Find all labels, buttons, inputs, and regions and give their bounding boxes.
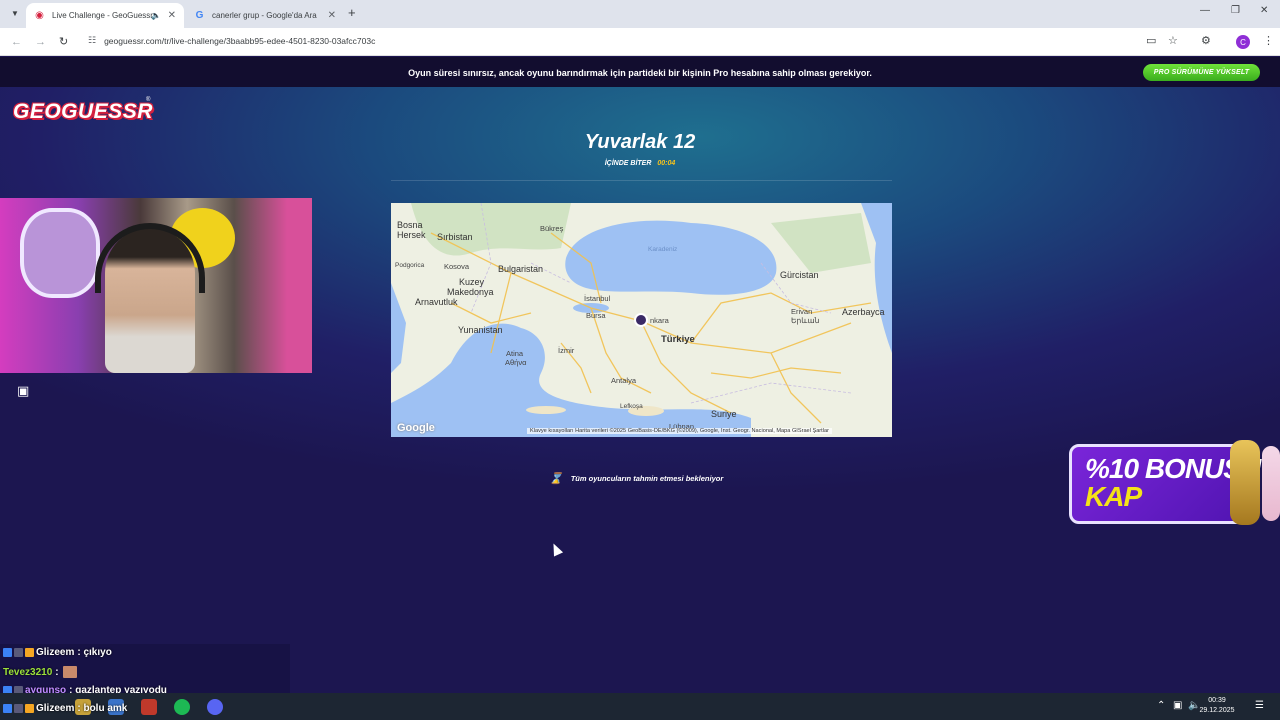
bonus-ad-line2: KAP xyxy=(1085,481,1142,512)
menu-dots-icon[interactable]: ⋮ xyxy=(1263,34,1274,47)
result-map[interactable]: Bosna Hersek Sırbistan Bükreş Karadeniz … xyxy=(391,203,892,437)
map-label-erivan-hy: Երևան xyxy=(791,316,820,325)
restore-icon[interactable]: ❐ xyxy=(1231,5,1240,16)
chat-badge-icon xyxy=(14,704,23,713)
profile-avatar[interactable]: C xyxy=(1236,35,1250,49)
close-window-icon[interactable]: ✕ xyxy=(1260,5,1268,16)
pro-banner-text: Oyun süresi sınırsız, ancak oyunu barınd… xyxy=(408,68,872,78)
map-label-kuzey: Kuzey xyxy=(459,277,485,287)
reload-icon[interactable]: ↻ xyxy=(59,35,68,48)
divider xyxy=(391,180,892,181)
map-label-turkiye: Türkiye xyxy=(661,334,695,345)
map-label-kosova: Kosova xyxy=(444,262,470,271)
map-attribution[interactable]: Klavye kısayolları Harita verileri ©2025… xyxy=(527,428,832,434)
crown-badge-icon xyxy=(25,648,34,657)
timer-label: İÇİNDE BİTER xyxy=(604,160,652,167)
crown-badge-icon xyxy=(25,704,34,713)
site-settings-icon[interactable]: ☷ xyxy=(88,35,96,46)
discord-icon[interactable] xyxy=(207,699,223,715)
tab-google-search[interactable]: G canerler grup - Google'da Ara ✕ xyxy=(186,3,344,28)
notifications-icon[interactable]: ☰ xyxy=(1255,700,1264,711)
round-timer: İÇİNDE BİTER 00:04 xyxy=(440,160,840,167)
chat-text: : çıkıyo xyxy=(77,647,112,658)
chat-message: Tevez3210 : xyxy=(3,666,79,678)
map-label-makedonya: Makedonya xyxy=(447,287,494,297)
map-label-gurcistan: Gürcistan xyxy=(780,270,819,280)
chat-badge-icon xyxy=(3,648,12,657)
chat-text: : bolu amk xyxy=(77,703,128,714)
map-label-yunanistan: Yunanistan xyxy=(458,325,503,335)
map-label-arnavutluk: Arnavutluk xyxy=(415,297,458,307)
camera-toggle-icon[interactable]: ▣ xyxy=(17,383,35,399)
map-label-bursa: Bursa xyxy=(586,311,606,320)
url-text: geoguessr.com/tr/live-challenge/3baabb95… xyxy=(104,35,376,46)
streamer-webcam xyxy=(0,198,312,373)
round-title: Yuvarlak 12 xyxy=(584,131,696,153)
chat-message: Glizeem : çıkıyo xyxy=(3,647,112,658)
address-bar[interactable]: ☷ geoguessr.com/tr/live-challenge/3baabb… xyxy=(88,35,375,46)
chat-message: Glizeem : bolu amk xyxy=(3,703,127,714)
windows-taskbar xyxy=(0,693,1280,720)
upgrade-pro-button[interactable]: PRO SÜRÜMÜNE YÜKSELT xyxy=(1143,64,1260,81)
network-icon[interactable]: ▣ xyxy=(1173,700,1182,711)
emote-icon xyxy=(62,666,77,678)
clock-time: 00:39 xyxy=(1208,697,1226,704)
map-label-bukres: Bükreş xyxy=(540,224,564,233)
bonus-ad-character-2 xyxy=(1262,446,1280,521)
registered-mark: ® xyxy=(146,97,151,103)
map-label-hersek: Hersek xyxy=(397,230,426,240)
app-icon[interactable] xyxy=(141,699,157,715)
map-label-bosna: Bosna xyxy=(397,220,423,230)
tab-title: Live Challenge - GeoGuessr xyxy=(52,11,153,20)
chat-username: Tevez3210 xyxy=(3,666,53,678)
chat-username: Glizeem xyxy=(36,647,75,658)
chat-badge-icon xyxy=(14,648,23,657)
new-tab-button[interactable]: + xyxy=(348,5,356,20)
geoguessr-logo[interactable]: GEOGUESSR xyxy=(13,100,153,124)
player-avatar-pin[interactable] xyxy=(634,313,648,327)
plush-cat-decoration xyxy=(20,208,100,298)
spotify-icon[interactable] xyxy=(174,699,190,715)
map-label-karadeniz: Karadeniz xyxy=(648,246,678,253)
map-label-istanbul: İstanbul xyxy=(584,294,611,303)
speaker-icon[interactable]: 🔈 xyxy=(151,11,161,20)
hourglass-icon: ⌛ xyxy=(549,472,563,485)
map-label-antalya: Antalya xyxy=(611,376,637,385)
extensions-icon[interactable]: ⚙ xyxy=(1201,34,1211,47)
timer-value: 00:04 xyxy=(657,160,676,167)
waiting-status: ⌛ Tüm oyuncuların tahmin etmesi bekleniy… xyxy=(549,470,723,486)
bookmark-star-icon[interactable]: ☆ xyxy=(1168,34,1178,47)
back-arrow-icon[interactable]: ← xyxy=(11,36,22,48)
taskbar-clock[interactable]: 00:39 29.12.2025 xyxy=(1197,696,1237,716)
map-label-lefkosa: Lefkoşa xyxy=(620,403,643,410)
map-label-sirbistan: Sırbistan xyxy=(437,232,473,242)
forward-arrow-icon[interactable]: → xyxy=(35,36,46,48)
geoguessr-pin-icon: ◉ xyxy=(35,10,44,21)
minimize-icon[interactable]: — xyxy=(1200,5,1210,16)
map-label-suriye: Suriye xyxy=(711,409,737,419)
map-label-ankara: nkara xyxy=(650,316,669,325)
clock-date: 29.12.2025 xyxy=(1199,707,1235,714)
tab-geoguessr[interactable]: ◉ Live Challenge - GeoGuessr 🔈 ✕ xyxy=(26,3,184,28)
map-label-atina-gr: Αθήνα xyxy=(505,358,527,367)
chat-text: : xyxy=(55,666,59,678)
close-tab-icon[interactable]: ✕ xyxy=(168,10,176,21)
tab-search-chevron-icon[interactable]: ▼ xyxy=(8,6,22,20)
map-label-izmir: İzmir xyxy=(558,346,575,355)
close-tab-icon[interactable]: ✕ xyxy=(328,10,336,21)
chat-username: Glizeem xyxy=(36,703,75,714)
map-label-atina: Atina xyxy=(506,349,524,358)
install-app-icon[interactable]: ▭ xyxy=(1146,34,1156,47)
google-map-logo[interactable]: Google xyxy=(397,422,435,434)
bonus-ad-character xyxy=(1230,440,1260,525)
map-label-erivan: Erivan xyxy=(791,307,813,316)
map-label-bulgaristan: Bulgaristan xyxy=(498,264,544,274)
google-g-icon: G xyxy=(195,10,204,21)
map-label-podgorica: Podgorica xyxy=(395,262,425,269)
chat-badge-icon xyxy=(3,704,12,713)
waiting-text: Tüm oyuncuların tahmin etmesi bekleniyor xyxy=(570,473,724,483)
map-label-azerbaycan: Azerbayca xyxy=(842,307,885,317)
tab-title: canerler grup - Google'da Ara xyxy=(212,11,317,20)
tray-chevron-icon[interactable]: ⌃ xyxy=(1157,700,1165,711)
